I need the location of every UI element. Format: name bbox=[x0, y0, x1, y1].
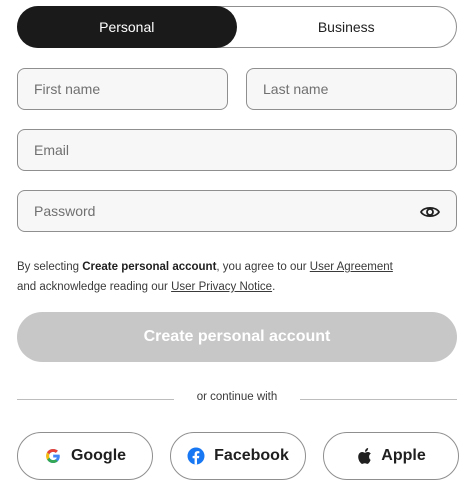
apple-button[interactable]: Apple bbox=[323, 432, 459, 480]
divider-line-right bbox=[300, 399, 457, 400]
last-name-placeholder: Last name bbox=[263, 81, 329, 97]
google-icon bbox=[46, 449, 60, 463]
continue-with-divider: or continue with bbox=[17, 389, 457, 409]
facebook-label: Facebook bbox=[214, 447, 289, 464]
apple-icon bbox=[358, 448, 372, 464]
create-account-form: Personal Business First name Last name E… bbox=[0, 0, 463, 481]
create-account-button[interactable]: Create personal account bbox=[17, 312, 457, 362]
google-button[interactable]: Google bbox=[17, 432, 153, 480]
personal-tab[interactable]: Personal bbox=[17, 6, 237, 48]
business-tab[interactable]: Business bbox=[237, 7, 457, 47]
facebook-button[interactable]: Facebook bbox=[170, 432, 306, 480]
email-placeholder: Email bbox=[34, 142, 70, 158]
last-name-field[interactable]: Last name bbox=[246, 68, 457, 110]
facebook-icon bbox=[187, 447, 205, 465]
account-type-toggle: Personal Business bbox=[17, 6, 457, 48]
password-field[interactable]: Password bbox=[17, 190, 457, 232]
legal-action-name: Create personal account bbox=[82, 261, 217, 273]
password-placeholder: Password bbox=[34, 203, 96, 219]
divider-text: or continue with bbox=[196, 391, 278, 403]
user-agreement-link[interactable]: User Agreement bbox=[310, 261, 393, 273]
create-account-button-label: Create personal account bbox=[143, 328, 331, 345]
first-name-placeholder: First name bbox=[34, 81, 101, 97]
legal-line2-prefix: and acknowledge reading our bbox=[17, 281, 172, 293]
legal-middle: , you agree to our bbox=[216, 261, 310, 273]
apple-label: Apple bbox=[381, 447, 426, 464]
legal-prefix: By selecting bbox=[17, 261, 83, 273]
email-field[interactable]: Email bbox=[17, 129, 457, 171]
first-name-field[interactable]: First name bbox=[17, 68, 228, 110]
eye-icon[interactable] bbox=[420, 203, 440, 221]
privacy-notice-link[interactable]: User Privacy Notice bbox=[171, 281, 272, 293]
google-label: Google bbox=[70, 447, 127, 464]
legal-suffix: . bbox=[272, 281, 276, 293]
legal-notice: By selecting Create personal account, yo… bbox=[17, 257, 457, 297]
